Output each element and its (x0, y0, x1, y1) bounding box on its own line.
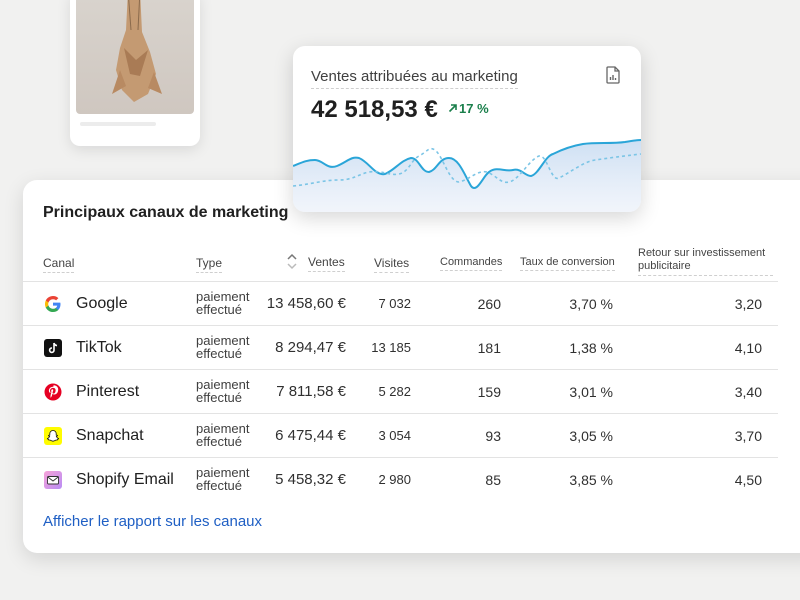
channel-name: Snapchat (76, 427, 144, 444)
commandes-value: 260 (477, 296, 501, 312)
snapchat-icon (44, 427, 62, 445)
channel-name: Google (76, 295, 128, 312)
ventes-value: 13 458,60 € (266, 295, 346, 312)
channel-type: paiement effectué (196, 421, 250, 449)
sort-icon[interactable] (286, 252, 298, 272)
product-card (70, 0, 200, 146)
kpi-change: 17 % (459, 101, 489, 116)
roi-value: 4,10 (734, 340, 762, 356)
taux-value: 3,05 % (569, 428, 613, 444)
visites-value: 2 980 (378, 472, 411, 487)
tiktok-icon (44, 339, 62, 357)
commandes-value: 93 (485, 428, 501, 444)
google-icon (44, 295, 62, 313)
product-caption-placeholder (80, 122, 156, 126)
marketing-overview: Principaux canaux de marketing Canal Typ… (0, 0, 800, 600)
channel-name: Pinterest (76, 383, 140, 400)
header-commandes[interactable]: Commandes (440, 256, 503, 271)
roi-value: 3,70 (734, 428, 762, 444)
header-visites[interactable]: Visites (374, 256, 410, 273)
visites-value: 3 054 (378, 428, 411, 443)
channel-name: Shopify Email (76, 471, 174, 488)
taux-value: 3,01 % (569, 384, 613, 400)
commandes-value: 181 (477, 340, 501, 356)
channel-type: paiement effectué (196, 377, 250, 405)
header-ventes[interactable]: Ventes (308, 255, 345, 272)
taux-value: 3,85 % (569, 472, 613, 488)
visites-value: 7 032 (378, 296, 411, 311)
channel-type: paiement effectué (196, 333, 250, 361)
table-row[interactable]: Shopify Email paiement effectué 5 458,32… (23, 457, 778, 501)
table-row[interactable]: Pinterest paiement effectué 7 811,58 € 5… (23, 369, 778, 413)
roi-value: 3,40 (734, 384, 762, 400)
ventes-value: 6 475,44 € (275, 427, 346, 444)
taux-value: 3,70 % (569, 296, 613, 312)
marketing-channels-card: Principaux canaux de marketing Canal Typ… (23, 180, 800, 553)
trend-up-arrow-icon (448, 104, 457, 113)
channel-name: TikTok (76, 339, 122, 356)
channel-type: paiement effectué (196, 465, 250, 493)
roi-value: 3,20 (734, 296, 762, 312)
kpi-value: 42 518,53 € (311, 96, 438, 123)
table-row[interactable]: TikTok paiement effectué 8 294,47 € 13 1… (23, 325, 778, 369)
card-title: Principaux canaux de marketing (43, 204, 289, 221)
roi-value: 4,50 (734, 472, 762, 488)
shopify-email-icon (44, 471, 62, 489)
header-taux-conversion[interactable]: Taux de conversion (520, 256, 615, 271)
kpi-card[interactable]: Ventes attribuées au marketing 42 518,53… (293, 46, 641, 212)
channel-type: paiement effectué (196, 289, 250, 317)
header-canal[interactable]: Canal (43, 256, 75, 273)
visites-value: 13 185 (371, 340, 411, 355)
table-row[interactable]: Snapchat paiement effectué 6 475,44 € 3 … (23, 413, 778, 457)
ventes-value: 7 811,58 € (276, 383, 346, 400)
commandes-value: 159 (477, 384, 501, 400)
header-roi[interactable]: Retour sur investissement publicitaire (638, 247, 773, 276)
ventes-value: 5 458,32 € (275, 471, 346, 488)
kpi-sparkline (293, 136, 641, 212)
commandes-value: 85 (485, 472, 501, 488)
report-icon[interactable] (605, 66, 621, 84)
kpi-label: Ventes attribuées au marketing (311, 68, 518, 89)
product-image (76, 0, 194, 114)
pinterest-icon (44, 383, 62, 401)
table-row[interactable]: Google paiement effectué 13 458,60 € 7 0… (23, 281, 778, 325)
visites-value: 5 282 (378, 384, 411, 399)
view-channel-report-link[interactable]: Afficher le rapport sur les canaux (43, 513, 262, 530)
header-type[interactable]: Type (196, 256, 223, 273)
ventes-value: 8 294,47 € (275, 339, 346, 356)
taux-value: 1,38 % (569, 340, 613, 356)
